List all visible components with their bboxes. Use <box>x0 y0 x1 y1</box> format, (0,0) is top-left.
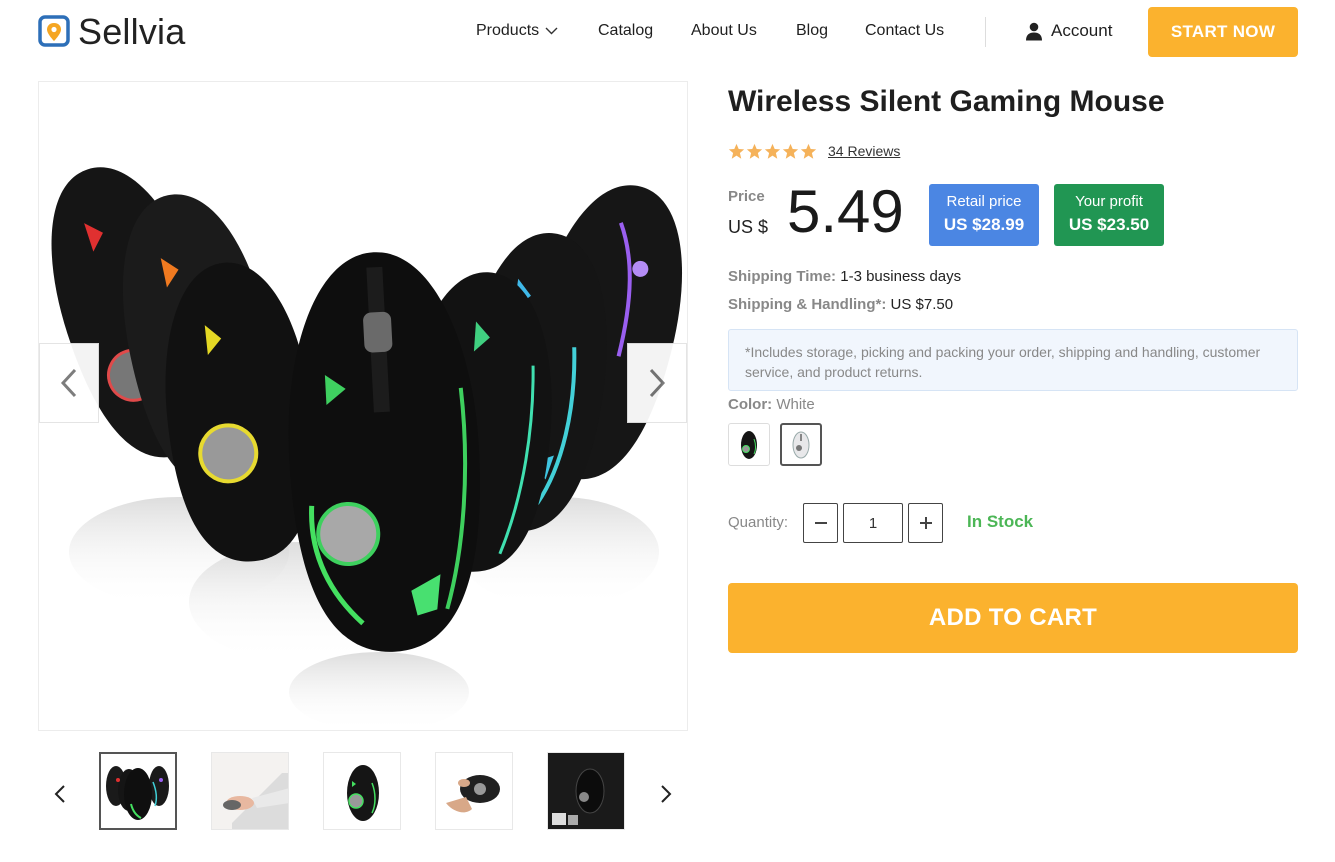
star-icon <box>764 143 781 159</box>
location-pin-logo-icon <box>38 15 70 47</box>
color-selection-label: Color: White <box>728 396 815 414</box>
chevron-left-icon <box>54 785 65 803</box>
shipping-time: Shipping Time: 1-3 business days <box>728 268 961 286</box>
reviews-link[interactable]: 34 Reviews <box>828 143 900 160</box>
stock-status: In Stock <box>967 512 1034 531</box>
chevron-left-icon <box>60 368 77 398</box>
shipping-note: *Includes storage, picking and packing y… <box>728 329 1298 391</box>
mice-group-thumb[interactable] <box>99 752 177 830</box>
nav-catalog[interactable]: Catalog <box>598 20 653 42</box>
retail-price-label: Retail price <box>946 193 1022 210</box>
gallery-next-button[interactable] <box>627 343 687 423</box>
retail-price-value: US $28.99 <box>943 215 1025 234</box>
quantity-decrease-button[interactable] <box>803 503 838 543</box>
profit-label: Your profit <box>1075 193 1143 210</box>
thumbnails-prev-button[interactable] <box>50 780 70 808</box>
brand-logo[interactable]: Sellvia <box>38 14 185 50</box>
plus-icon <box>919 517 932 529</box>
user-icon <box>1026 22 1042 40</box>
shipping-handling: Shipping & Handling*: US $7.50 <box>728 296 953 314</box>
price-value: 5.49 <box>787 178 904 245</box>
color-swatch-black[interactable] <box>728 423 770 466</box>
star-icon <box>746 143 763 159</box>
nav-products[interactable]: Products <box>476 20 558 42</box>
star-icon <box>782 143 799 159</box>
chevron-right-icon <box>649 368 666 398</box>
minus-icon <box>814 522 827 524</box>
shipping-time-value: 1-3 business days <box>840 268 962 285</box>
nav-divider <box>985 17 986 47</box>
mouse-box-thumb[interactable] <box>547 752 625 830</box>
shipping-time-label: Shipping Time: <box>728 268 837 285</box>
brand-name: Sellvia <box>78 11 186 52</box>
profit-value: US $23.50 <box>1068 215 1150 234</box>
account-label: Account <box>1051 21 1113 40</box>
hand-holding-mouse-thumb[interactable] <box>435 752 513 830</box>
site-header: Sellvia Products Catalog About Us Blog C… <box>0 0 1335 64</box>
quantity-input[interactable] <box>843 503 903 543</box>
product-title: Wireless Silent Gaming Mouse <box>728 85 1165 118</box>
price-label: Price <box>728 188 765 205</box>
nav-products-label: Products <box>476 22 540 39</box>
retail-price-badge: Retail price US $28.99 <box>929 184 1039 246</box>
black-mouse-thumb[interactable] <box>323 752 401 830</box>
chevron-right-icon <box>661 785 672 803</box>
account-link[interactable]: Account <box>1025 20 1112 42</box>
color-value: White <box>776 396 815 413</box>
shipping-handling-value: US $7.50 <box>890 296 954 313</box>
gaming-mice-group-image <box>38 81 688 731</box>
hand-on-laptop-thumb[interactable] <box>211 752 289 830</box>
shipping-handling-label: Shipping & Handling*: <box>728 296 887 313</box>
gallery-prev-button[interactable] <box>39 343 99 423</box>
star-icon <box>800 143 817 159</box>
color-swatch-white[interactable] <box>780 423 822 466</box>
star-icon <box>728 143 745 159</box>
profit-badge: Your profit US $23.50 <box>1054 184 1164 246</box>
add-to-cart-button[interactable]: ADD TO CART <box>728 583 1298 653</box>
chevron-down-icon <box>545 27 558 35</box>
price-currency: US $ <box>728 217 769 237</box>
thumbnails-next-button[interactable] <box>656 780 676 808</box>
nav-about-us[interactable]: About Us <box>691 20 757 42</box>
color-label: Color: <box>728 396 773 413</box>
rating-stars <box>728 143 818 160</box>
nav-blog[interactable]: Blog <box>796 20 828 42</box>
start-now-button[interactable]: START NOW <box>1148 7 1298 57</box>
quantity-increase-button[interactable] <box>908 503 943 543</box>
nav-contact-us[interactable]: Contact Us <box>865 20 944 42</box>
quantity-label: Quantity: <box>728 514 789 531</box>
